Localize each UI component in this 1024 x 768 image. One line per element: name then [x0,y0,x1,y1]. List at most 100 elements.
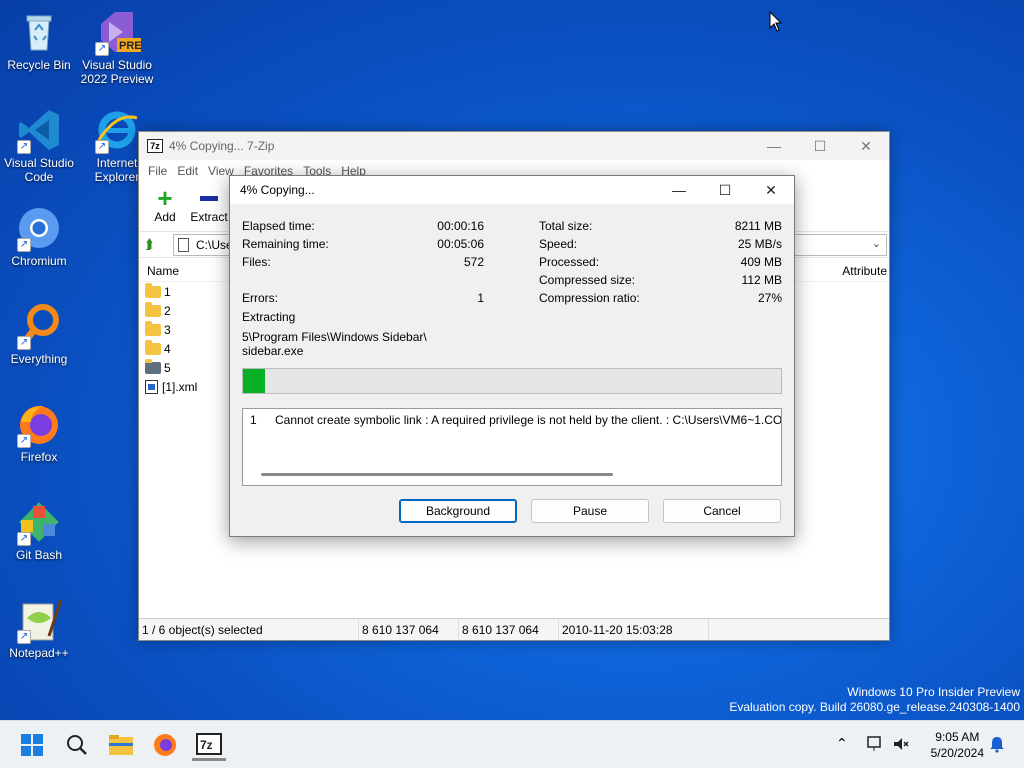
speed-label: Speed: [539,237,578,251]
desktop-icon-recycle-bin[interactable]: Recycle Bin [0,8,78,72]
cancel-button[interactable]: Cancel [663,499,781,523]
maximize-button[interactable]: ☐ [797,132,843,160]
search-icon[interactable] [60,729,94,761]
dialog-close-button[interactable]: ✕ [748,176,794,204]
total-size-value: 8211 MB [734,219,782,233]
error-message-list[interactable]: 1 Cannot create symbolic link : A requir… [242,408,782,486]
total-size-label: Total size: [539,219,593,233]
clock-time: 9:05 AM [935,730,980,744]
remaining-time-value: 00:05:06 [437,237,484,251]
dialog-maximize-button[interactable]: ☐ [702,176,748,204]
windows-start-icon[interactable] [15,729,49,761]
desktop-icon-chromium[interactable]: ↗ Chromium [0,204,78,268]
message-text: Cannot create symbolic link : A required… [275,413,782,427]
7zip-icon[interactable]: 7z [192,729,226,761]
git-bash-icon: ↗ [15,498,63,546]
status-selected: 1 / 6 object(s) selected [139,619,359,640]
desktop-icon-notepad-plus-plus[interactable]: ↗ Notepad++ [0,596,78,660]
minimize-button[interactable]: — [751,132,797,160]
folder-icon [145,320,161,336]
pre-badge: PRE [119,40,142,52]
pause-button[interactable]: Pause [531,499,649,523]
errors-label: Errors: [242,291,278,305]
desktop-icon-git-bash[interactable]: ↗ Git Bash [0,498,78,562]
progress-bar-fill [243,369,265,393]
folder-icon [145,339,161,355]
7zip-app-icon: 7z [147,139,163,153]
folder-up-icon[interactable]: ⮭ [145,236,163,254]
compressed-size-label: Compressed size: [539,273,636,287]
add-button[interactable]: + Add [143,182,187,231]
clock[interactable]: 9:05 AM 5/20/2024 [931,729,984,761]
current-file-path: 5\Program Files\Windows Sidebar\ [242,330,427,344]
copy-progress-dialog[interactable]: 4% Copying... — ☐ ✕ Elapsed time: 00:00:… [229,175,795,537]
processed-label: Processed: [539,255,600,269]
message-number: 1 [250,413,257,427]
column-attributes[interactable]: Attribute [842,264,887,278]
desktop-icon-everything[interactable]: ↗ Everything [0,302,78,366]
internet-explorer-icon: ↗ [93,106,141,154]
progress-bar [242,368,782,394]
minus-icon [187,188,231,208]
dialog-minimize-button[interactable]: — [656,176,702,204]
background-button[interactable]: Background [399,499,517,523]
vscode-icon: ↗ [15,106,63,154]
shortcut-arrow-icon: ↗ [17,336,31,350]
folder-icon [145,282,161,298]
compressed-size-value: 112 MB [741,273,782,287]
network-icon[interactable] [866,735,884,768]
status-packed-size: 8 610 137 064 [459,619,559,640]
everything-search-icon: ↗ [15,302,63,350]
chromium-icon: ↗ [15,204,63,252]
shortcut-arrow-icon: ↗ [95,140,109,154]
shortcut-arrow-icon: ↗ [95,42,109,56]
elapsed-time-value: 00:00:16 [437,219,484,233]
main-window-title: 4% Copying... 7-Zip [169,139,275,153]
chevron-up-icon[interactable]: ⌃ [836,735,848,768]
folder-icon [145,301,161,317]
desktop-icon-visual-studio-preview[interactable]: PRE ↗ Visual Studio 2022 Preview [78,8,156,86]
status-modified: 2010-11-20 15:03:28 [559,619,709,640]
notepad-plus-plus-icon: ↗ [15,596,63,644]
menu-edit[interactable]: Edit [172,160,203,182]
windows-evaluation-watermark: Windows 10 Pro Insider Preview Evaluatio… [729,685,1020,714]
shortcut-arrow-icon: ↗ [17,434,31,448]
files-value: 572 [463,255,484,269]
shortcut-arrow-icon: ↗ [17,532,31,546]
mouse-cursor-icon [769,10,783,36]
notification-bell-icon[interactable] [988,735,1006,768]
message-horizontal-scrollbar[interactable] [261,473,613,476]
volume-muted-icon[interactable] [892,735,910,768]
remaining-time-label: Remaining time: [242,237,329,251]
dialog-titlebar[interactable]: 4% Copying... — ☐ ✕ [230,176,794,204]
column-name[interactable]: Name [147,264,179,278]
files-label: Files: [242,255,271,269]
file-explorer-icon[interactable] [104,729,138,761]
clock-date: 5/20/2024 [930,746,984,760]
svg-text:7z: 7z [200,738,213,752]
xml-file-icon [145,379,158,394]
operation-label: Extracting [242,310,296,324]
menu-file[interactable]: File [143,160,172,182]
shortcut-arrow-icon: ↗ [17,140,31,154]
desktop-icon-firefox[interactable]: ↗ Firefox [0,400,78,464]
extract-button[interactable]: Extract [187,182,231,231]
errors-value: 1 [477,291,484,305]
current-file-name: sidebar.exe [242,344,304,358]
compression-ratio-value: 27% [757,291,782,305]
taskbar: 7z ⌃ 9:05 AM 5/20/2024 [0,720,1024,768]
compression-ratio-label: Compression ratio: [539,291,640,305]
plus-icon: + [157,183,173,213]
firefox-icon[interactable] [148,729,182,761]
main-titlebar[interactable]: 7z 4% Copying... 7-Zip — ☐ ✕ [139,132,889,160]
shortcut-arrow-icon: ↗ [17,238,31,252]
firefox-icon: ↗ [15,400,63,448]
processed-value: 409 MB [740,255,782,269]
desktop-icon-vscode[interactable]: ↗ Visual Studio Code [0,106,78,184]
visual-studio-preview-icon: PRE ↗ [93,8,142,56]
chevron-down-icon[interactable]: ⌄ [872,237,881,250]
speed-value: 25 MB/s [737,237,782,251]
elapsed-time-label: Elapsed time: [242,219,315,233]
close-button[interactable]: ✕ [843,132,889,160]
dialog-title: 4% Copying... [240,183,315,197]
